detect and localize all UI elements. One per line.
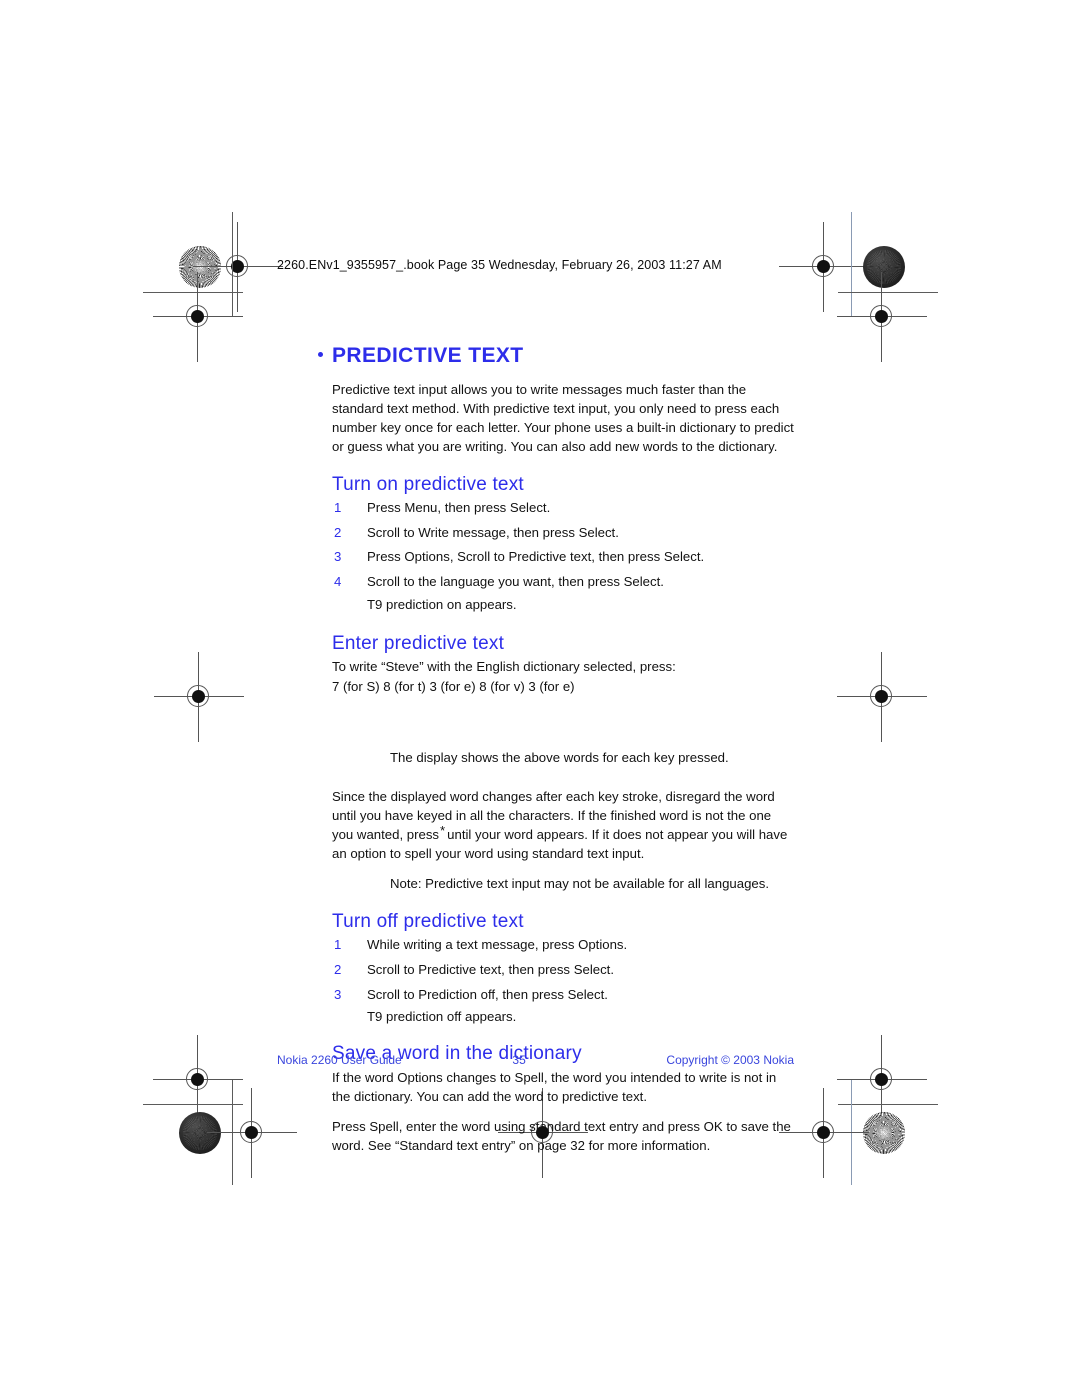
registration-mark-bottom-left-outer [153, 1035, 243, 1125]
bullet-icon [318, 352, 323, 357]
step-text: Scroll to Predictive text, then press Se… [367, 961, 615, 977]
step-text: Scroll to the language you want, then pr… [367, 574, 664, 590]
page-footer: Nokia 2260 User Guide 35 Copyright © 200… [277, 1053, 794, 1067]
step-number: 1 [334, 499, 342, 515]
step-text: Scroll to Write message, then press Sele… [367, 524, 619, 540]
enter-lead-text: To write “Steve” with the English dictio… [332, 659, 676, 675]
trim-line-top-right-vertical [851, 212, 852, 317]
registration-mark-bottom-right-outer [837, 1035, 927, 1125]
steps-list-turn-on: 1 Press Menu, then press Select. 2 Scrol… [332, 499, 794, 592]
sub-note-prediction-on: T9 prediction on appears. [367, 596, 517, 612]
trim-line-left-top-horizontal [143, 292, 243, 293]
section-heading-turn-off: Turn off predictive text [332, 911, 524, 933]
chapter-intro-paragraph: Predictive text input allows you to writ… [332, 382, 794, 454]
steps-list-turn-off: 1 While writing a text message, press Op… [332, 936, 794, 1004]
rosette-target-bottom-right [863, 1112, 905, 1154]
step-number: 1 [334, 937, 342, 953]
step-text: Press Options, Scroll to Predictive text… [367, 549, 705, 565]
footer-page-number: 35 [512, 1053, 526, 1067]
registration-mark-mid-left [154, 652, 244, 742]
registration-mark-top-left-outer [153, 272, 243, 362]
registration-mark-bottom-right-inner [779, 1088, 869, 1178]
step-text: Scroll to Prediction off, then press Sel… [367, 986, 608, 1002]
step-number: 2 [334, 524, 342, 540]
page-title-text: PREDICTIVE TEXT [332, 344, 524, 367]
page-slug: 2260.ENv1_9355957_.book Page 35 Wednesda… [277, 258, 722, 272]
list-item: 1 Press Menu, then press Select. [332, 499, 794, 518]
step-number: 3 [334, 549, 342, 565]
density-patch-top-right [863, 246, 905, 288]
save-word-paragraph-1: If the word Options changes to Spell, th… [332, 1069, 777, 1104]
list-item: 1 While writing a text message, press Op… [332, 936, 794, 955]
registration-mark-top-left-inner [193, 222, 283, 312]
list-item: 3 Scroll to Prediction off, then press S… [332, 986, 794, 1005]
registration-mark-top-right-outer [837, 272, 927, 362]
step-number: 2 [334, 961, 342, 977]
rosette-target-top-left [179, 246, 221, 288]
step-text: Press Menu, then press Select. [367, 499, 551, 515]
section-heading-enter: Enter predictive text [332, 632, 505, 654]
density-patch-bottom-left [179, 1112, 221, 1154]
trim-line-bottom-left-vertical [232, 1080, 233, 1185]
asterisk-key-glyph: * [440, 823, 446, 839]
registration-mark-top-right-inner [779, 222, 869, 312]
page-title: PREDICTIVE TEXT [318, 344, 794, 367]
trim-line-right-bottom-horizontal [838, 1104, 938, 1105]
display-shows-note: The display shows the above words for ea… [390, 750, 729, 766]
enter-key-sequence: 7 (for S) 8 (for t) 3 (for e) 8 (for v) … [332, 679, 575, 695]
sub-note-prediction-off: T9 prediction off appears. [367, 1009, 517, 1025]
footer-document-title: Nokia 2260 User Guide [277, 1053, 402, 1067]
footer-copyright: Copyright © 2003 Nokia [666, 1053, 794, 1067]
languages-availability-note: Note: Predictive text input may not be a… [390, 876, 769, 892]
trim-line-left-bottom-horizontal [143, 1104, 243, 1105]
list-item: 3 Press Options, Scroll to Predictive te… [332, 548, 794, 567]
step-number: 4 [334, 574, 342, 590]
list-item: 4 Scroll to the language you want, then … [332, 573, 794, 592]
list-item: 2 Scroll to Predictive text, then press … [332, 961, 794, 980]
predictive-behaviour-paragraph: Since the displayed word changes after e… [332, 787, 794, 863]
step-text: While writing a text message, press Opti… [367, 937, 628, 953]
trim-line-top-left-vertical [232, 212, 233, 317]
registration-mark-bottom-left-inner [207, 1088, 297, 1178]
section-heading-turn-on: Turn on predictive text [332, 474, 524, 495]
page-content: PREDICTIVE TEXT Predictive text input al… [318, 344, 794, 1166]
save-word-paragraph-2: Press Spell, enter the word using standa… [332, 1118, 791, 1153]
trim-line-bottom-right-vertical [851, 1080, 852, 1185]
list-item: 2 Scroll to Write message, then press Se… [332, 524, 794, 543]
registration-mark-mid-right [837, 652, 927, 742]
step-number: 3 [334, 986, 342, 1002]
trim-line-right-top-horizontal [838, 292, 938, 293]
